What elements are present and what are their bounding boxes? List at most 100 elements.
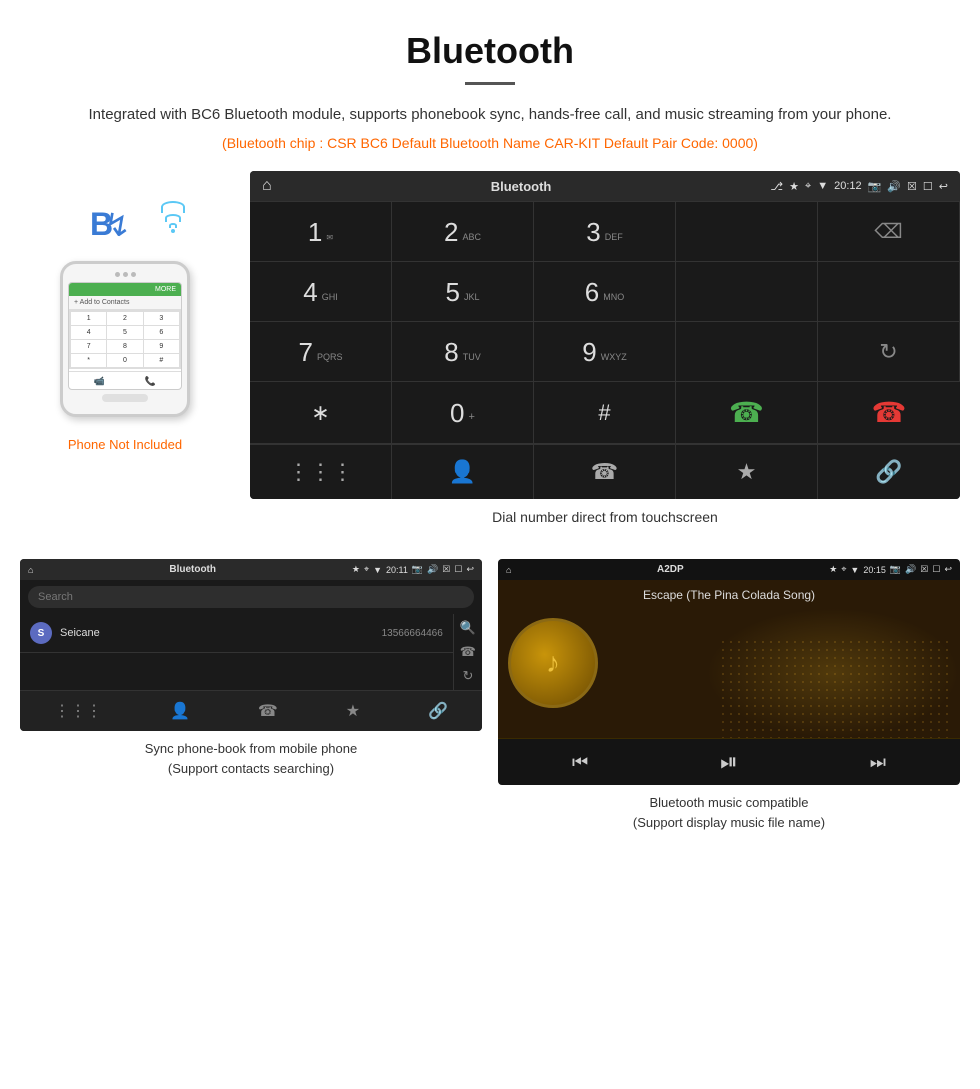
nav-contacts[interactable]: 👤 (392, 445, 534, 499)
dial-grid: 1✉ 2ABC 3DEF ⌫ 4GHI 5JKL (250, 201, 960, 444)
dial-key-4[interactable]: 4GHI (250, 262, 392, 322)
pb-row-area: S Seicane 13566664466 🔍 ☎ ↻ (20, 614, 482, 690)
dial-key-1[interactable]: 1✉ (250, 202, 392, 262)
pb-x-icon: ☒ (442, 564, 450, 575)
specs-text: (Bluetooth chip : CSR BC6 Default Blueto… (80, 135, 900, 151)
statusbar-right: ⎇ ★ ⌖ ▼ 20:12 📷 🔊 ☒ ☐ ↩ (770, 180, 948, 193)
music-controls: ⏮ ⏯ ⏭ (498, 738, 960, 785)
music-content: ♪ (498, 608, 960, 718)
pb-bt-icon: ★ (352, 564, 360, 575)
location-icon: ⌖ (805, 180, 811, 193)
main-content: B ↯ MORE (0, 171, 980, 545)
music-signal: ▼ (850, 565, 859, 575)
music-album-art: ♪ (508, 618, 598, 708)
nav-call[interactable]: ☎ (534, 445, 676, 499)
music-time: 20:15 (863, 565, 886, 575)
music-caption-text2: (Support display music file name) (633, 815, 825, 830)
phonebook-caption: Sync phone-book from mobile phone (Suppo… (20, 739, 482, 778)
dial-call-red[interactable]: ☎ (818, 382, 960, 444)
phone-mockup: MORE + Add to Contacts 123 456 789 *0# 📹… (60, 261, 190, 417)
dial-key-6[interactable]: 6MNO (534, 262, 676, 322)
pb-cam-icon: 📷 (412, 564, 423, 575)
bt-dial-screen: ⌂ Bluetooth ⎇ ★ ⌖ ▼ 20:12 📷 🔊 ☒ ☐ ↩ (250, 171, 960, 499)
pb-contacts-area: S Seicane 13566664466 (20, 614, 453, 690)
header-section: Bluetooth Integrated with BC6 Bluetooth … (0, 0, 980, 171)
pb-nav-user[interactable]: 👤 (170, 701, 190, 721)
pb-loc-icon: ⌖ (364, 564, 369, 575)
pb-nav-link[interactable]: 🔗 (428, 701, 448, 721)
dial-key-star[interactable]: ∗ (250, 382, 392, 444)
music-screen: ⌂ A2DP ★ ⌖ ▼ 20:15 📷 🔊 ☒ ☐ ↩ Escape (The… (498, 559, 960, 785)
dial-refresh[interactable]: ↻ (818, 322, 960, 382)
dial-display-area (676, 202, 818, 262)
pb-time: 20:11 (386, 565, 408, 575)
dial-key-0[interactable]: 0+ (392, 382, 534, 444)
dial-key-7[interactable]: 7PQRS (250, 322, 392, 382)
dial-empty-r2c5 (818, 262, 960, 322)
nav-keypad[interactable]: ⋮⋮⋮ (250, 445, 392, 499)
music-title: A2DP (657, 564, 684, 575)
dial-empty-r2c4 (676, 262, 818, 322)
phone-icons-wrap: B ↯ MORE (60, 201, 190, 417)
music-loc-icon: ⌖ (841, 564, 846, 575)
dial-call-green[interactable]: ☎ (676, 382, 818, 444)
contact-name: Seicane (60, 627, 374, 639)
nav-link[interactable]: 🔗 (818, 445, 960, 499)
music-caption-text1: Bluetooth music compatible (650, 795, 809, 810)
pb-home-icon: ⌂ (28, 565, 33, 575)
pb-refresh-icon[interactable]: ↻ (460, 668, 476, 684)
pb-nav-bt[interactable]: ★ (346, 701, 360, 721)
usb-icon: ⎇ (770, 180, 783, 193)
back-icon: ↩ (939, 180, 948, 193)
music-note-icon: ♪ (546, 647, 560, 679)
song-title-area: Escape (The Pina Colada Song) (498, 580, 960, 608)
dial-key-3[interactable]: 3DEF (534, 202, 676, 262)
dial-backspace[interactable]: ⌫ (818, 202, 960, 262)
pb-search-icon[interactable]: 🔍 (460, 620, 476, 636)
dial-key-5[interactable]: 5JKL (392, 262, 534, 322)
bt-bottom-nav: ⋮⋮⋮ 👤 ☎ ★ 🔗 (250, 444, 960, 499)
music-win: ☐ (932, 564, 940, 575)
wifi-icon (161, 201, 185, 233)
dial-empty-r3c4 (676, 322, 818, 382)
phone-not-included-label: Phone Not Included (68, 437, 182, 452)
phonebook-screen: ⌂ Bluetooth ★ ⌖ ▼ 20:11 📷 🔊 ☒ ☐ ↩ Search (20, 559, 482, 731)
lower-section: ⌂ Bluetooth ★ ⌖ ▼ 20:11 📷 🔊 ☒ ☐ ↩ Search (0, 545, 980, 852)
bluetooth-symbol: ↯ (104, 206, 131, 244)
pb-win-icon: ☐ (454, 564, 462, 575)
dial-key-8[interactable]: 8TUV (392, 322, 534, 382)
contact-phone: 13566664466 (382, 628, 443, 639)
pb-contact-row[interactable]: S Seicane 13566664466 (20, 614, 453, 653)
camera-icon: 📷 (868, 180, 882, 193)
bt-statusbar: ⌂ Bluetooth ⎇ ★ ⌖ ▼ 20:12 📷 🔊 ☒ ☐ ↩ (250, 171, 960, 201)
music-next[interactable]: ⏭ (870, 752, 886, 773)
pb-nav-grid[interactable]: ⋮⋮⋮ (54, 701, 102, 721)
music-panel: ⌂ A2DP ★ ⌖ ▼ 20:15 📷 🔊 ☒ ☐ ↩ Escape (The… (498, 559, 960, 832)
music-x: ☒ (920, 564, 928, 575)
phonebook-caption-text2: (Support contacts searching) (168, 761, 334, 776)
music-visual: ♪ (498, 608, 960, 738)
pb-statusbar: ⌂ Bluetooth ★ ⌖ ▼ 20:11 📷 🔊 ☒ ☐ ↩ (20, 559, 482, 580)
nav-bluetooth[interactable]: ★ (676, 445, 818, 499)
dial-key-9[interactable]: 9WXYZ (534, 322, 676, 382)
phone-area: B ↯ MORE (20, 171, 230, 452)
pb-phone-icon[interactable]: ☎ (460, 644, 476, 660)
dial-key-hash[interactable]: # (534, 382, 676, 444)
signal-icon: ▼ (817, 180, 828, 192)
pb-search-placeholder: Search (38, 591, 464, 603)
title-divider (465, 82, 515, 85)
pb-back-icon: ↩ (466, 564, 474, 575)
window-icon: ☐ (923, 180, 933, 193)
pb-nav-call[interactable]: ☎ (258, 701, 278, 721)
music-home-icon: ⌂ (506, 565, 511, 575)
music-playpause[interactable]: ⏯ (720, 749, 738, 775)
dial-key-2[interactable]: 2ABC (392, 202, 534, 262)
time-display: 20:12 (834, 180, 862, 192)
music-prev[interactable]: ⏮ (572, 752, 588, 773)
close-icon: ☒ (907, 180, 917, 193)
phonebook-caption-text1: Sync phone-book from mobile phone (145, 741, 357, 756)
music-back: ↩ (944, 564, 952, 575)
volume-icon: 🔊 (887, 180, 901, 193)
pb-search-bar[interactable]: Search (28, 586, 474, 608)
music-statusbar: ⌂ A2DP ★ ⌖ ▼ 20:15 📷 🔊 ☒ ☐ ↩ (498, 559, 960, 580)
